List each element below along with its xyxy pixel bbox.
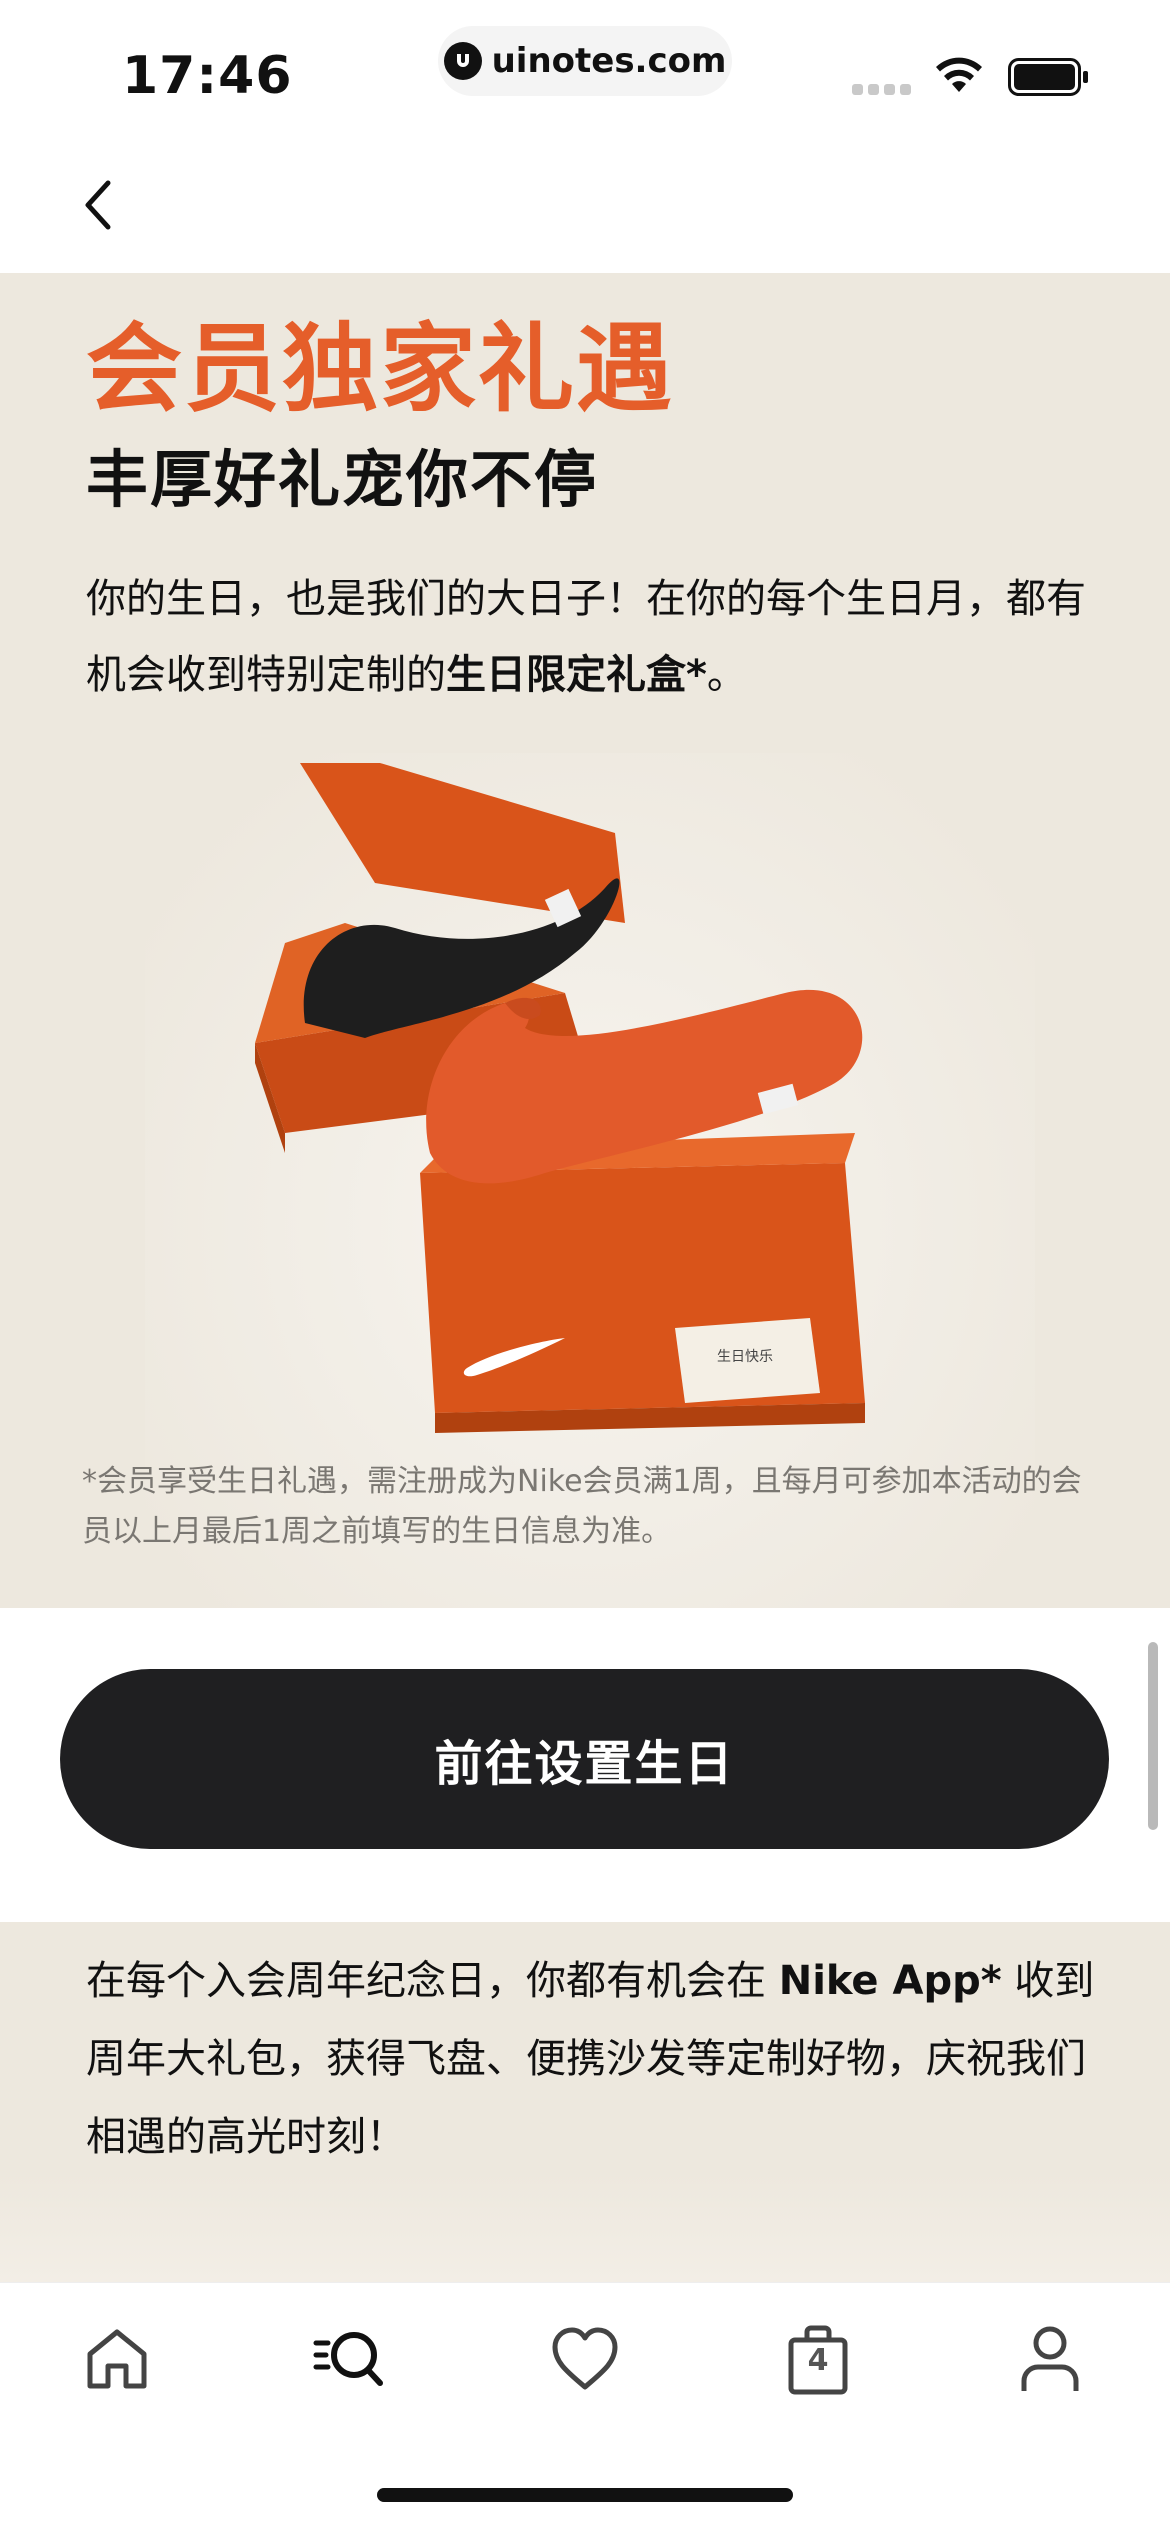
battery-icon (1008, 58, 1088, 96)
birthday-promo-section: 会员独家礼遇 丰厚好礼宠你不停 你的生日，也是我们的大日子！在你的每个生日月，都… (0, 273, 1170, 1693)
promo-body-highlight: 生日限定礼盒* (446, 652, 707, 698)
anniversary-image-top (0, 2172, 1170, 2282)
promo-body: 你的生日，也是我们的大日子！在你的每个生日月，都有机会收到特别定制的生日限定礼盒… (86, 561, 1096, 713)
back-button[interactable] (70, 175, 130, 235)
nav-bar (0, 135, 1170, 273)
url-text: uinotes.com (491, 41, 727, 81)
anniversary-section: 在每个入会周年纪念日，你都有机会在 Nike App* 收到周年大礼包，获得飞盘… (0, 1922, 1170, 2282)
tab-bag[interactable]: 4 (778, 2319, 858, 2399)
chevron-left-icon (85, 180, 111, 230)
url-pill[interactable]: uinotes.com (438, 26, 732, 96)
tab-search[interactable] (310, 2319, 390, 2399)
tab-profile[interactable] (1010, 2319, 1090, 2399)
tab-favorites[interactable] (545, 2319, 625, 2399)
home-icon (87, 2329, 147, 2389)
tab-home[interactable] (77, 2319, 157, 2399)
home-indicator[interactable] (377, 2488, 793, 2502)
anniversary-body: 在每个入会周年纪念日，你都有机会在 Nike App* 收到周年大礼包，获得飞盘… (86, 1942, 1096, 2176)
anniversary-text: 在每个入会周年纪念日，你都有机会在 (86, 1958, 779, 2004)
wifi-icon (936, 57, 982, 92)
card-text: 生日快乐 (717, 1349, 773, 1365)
heart-icon (552, 2327, 618, 2390)
bag-count-badge: 4 (807, 2343, 829, 2378)
promo-footnote: *会员享受生日礼遇，需注册成为Nike会员满1周，且每月可参加本活动的会员以上月… (82, 1464, 1082, 1549)
set-birthday-button[interactable]: 前往设置生日 (60, 1669, 1109, 1849)
anniversary-app-name: Nike App* (778, 1958, 1002, 2004)
search-icon (313, 2332, 383, 2386)
signal-icon (852, 84, 911, 95)
status-time: 17:46 (122, 46, 293, 106)
status-bar: 17:46 uinotes.com (0, 0, 1170, 135)
site-logo-icon (443, 42, 482, 80)
promo-title: 会员独家礼遇 (86, 312, 674, 425)
profile-icon (1021, 2326, 1079, 2391)
promo-body-end: 。 (706, 652, 747, 698)
promo-subtitle: 丰厚好礼宠你不停 (86, 443, 599, 516)
scrollbar[interactable] (1148, 1642, 1158, 1830)
